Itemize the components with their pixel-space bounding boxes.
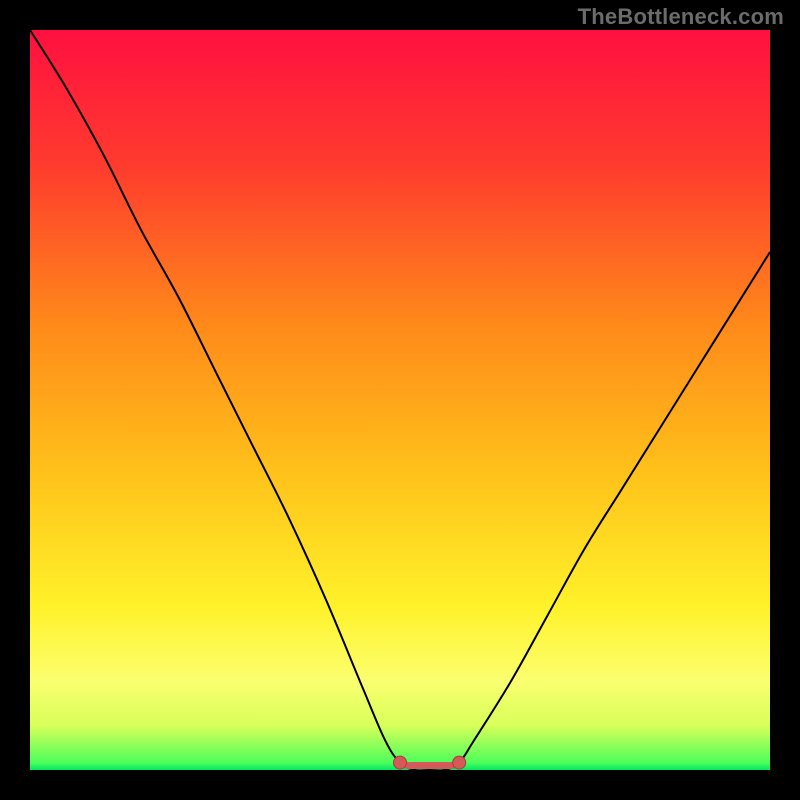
chart-svg [0,0,800,800]
plot-background [30,30,770,770]
optimal-band [388,740,471,770]
watermark-label: TheBottleneck.com [578,4,784,30]
band-start-marker [394,756,407,769]
optimal-band-line [400,763,459,766]
bottleneck-chart: TheBottleneck.com [0,0,800,800]
band-end-marker [453,756,466,769]
